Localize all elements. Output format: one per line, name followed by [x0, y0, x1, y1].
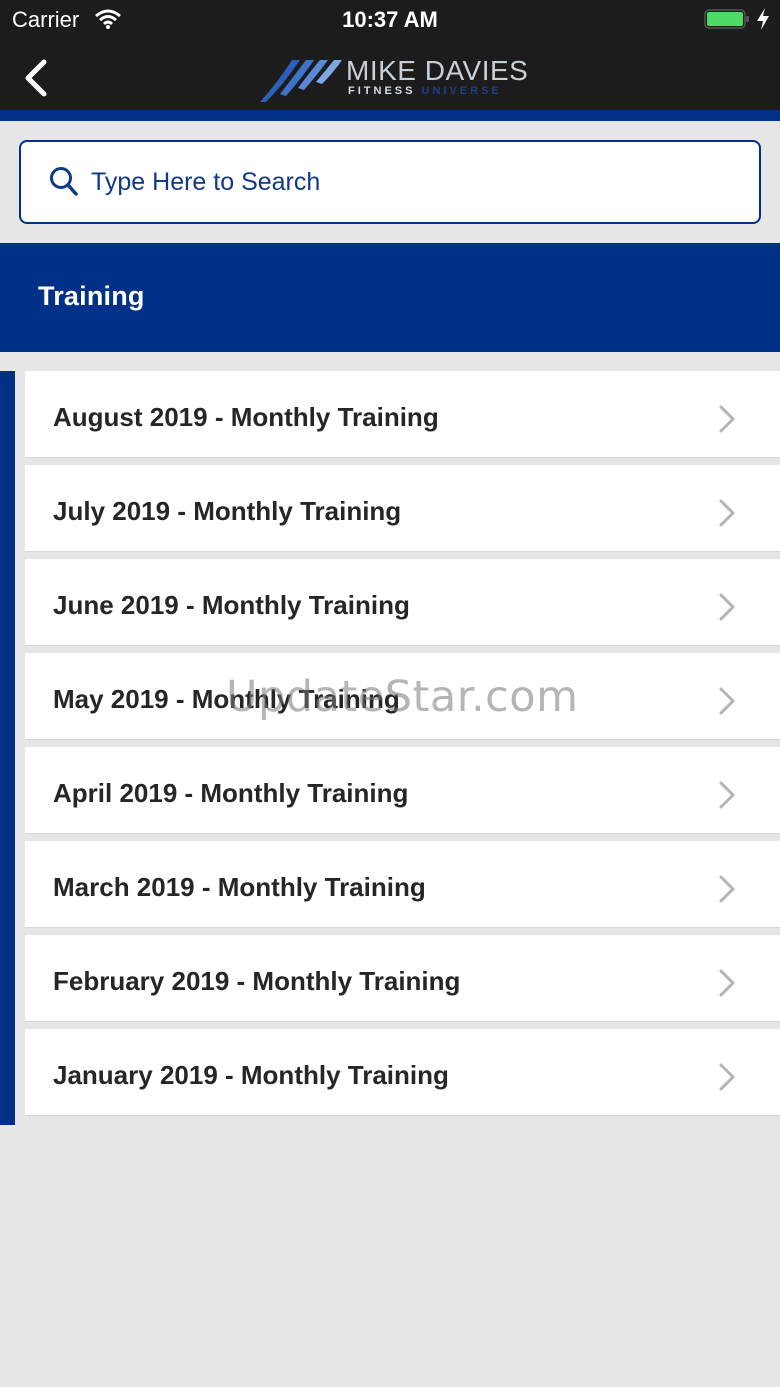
brand-logo: MIKE DAVIES FITNESS UNIVERSE: [258, 52, 528, 106]
logo-subtitle: FITNESS UNIVERSE: [348, 85, 502, 97]
search-box[interactable]: [19, 140, 761, 224]
chevron-left-icon[interactable]: [20, 58, 54, 98]
list-item-label: February 2019 - Monthly Training: [53, 966, 461, 996]
logo-name: MIKE DAVIES: [346, 55, 529, 86]
list-item[interactable]: April 2019 - Monthly Training: [25, 747, 780, 833]
nav-accent-stripe: [0, 110, 780, 121]
list-item-label: August 2019 - Monthly Training: [53, 402, 439, 432]
list-item-label: January 2019 - Monthly Training: [53, 1060, 449, 1090]
search-icon: [50, 167, 78, 196]
logo-subtitle-left: FITNESS: [348, 85, 416, 97]
status-bar: Carrier 10:37 AM: [0, 0, 780, 40]
chevron-right-icon: [719, 781, 735, 809]
list-item-label: March 2019 - Monthly Training: [53, 872, 426, 902]
charging-bolt-icon: [757, 8, 769, 30]
list-item[interactable]: February 2019 - Monthly Training: [25, 935, 780, 1021]
training-list: August 2019 - Monthly Training July 2019…: [25, 371, 780, 1123]
list-item[interactable]: July 2019 - Monthly Training: [25, 465, 780, 551]
list-item-label: May 2019 - Monthly Training: [53, 684, 400, 714]
status-time: 10:37 AM: [342, 7, 438, 32]
list-item[interactable]: May 2019 - Monthly Training: [25, 653, 780, 739]
logo-subtitle-right: UNIVERSE: [421, 85, 502, 97]
list-item-label: April 2019 - Monthly Training: [53, 778, 409, 808]
chevron-right-icon: [719, 405, 735, 433]
list-item-label: June 2019 - Monthly Training: [53, 590, 410, 620]
chevron-right-icon: [719, 593, 735, 621]
chevron-right-icon: [719, 1063, 735, 1091]
navigation-bar: MIKE DAVIES FITNESS UNIVERSE: [0, 40, 780, 110]
list-item-label: July 2019 - Monthly Training: [53, 496, 402, 526]
list-item[interactable]: August 2019 - Monthly Training: [25, 371, 780, 457]
list-item[interactable]: June 2019 - Monthly Training: [25, 559, 780, 645]
chevron-right-icon: [719, 687, 735, 715]
section-title: Training: [38, 281, 145, 311]
search-input[interactable]: [89, 160, 733, 204]
section-header: Training: [0, 243, 780, 352]
chevron-right-icon: [719, 969, 735, 997]
battery-icon: [704, 9, 749, 29]
list-item[interactable]: January 2019 - Monthly Training: [25, 1029, 780, 1115]
list-accent-bar: [0, 371, 15, 1125]
chevron-right-icon: [719, 499, 735, 527]
chevron-right-icon: [719, 875, 735, 903]
logo-swoosh-icon: [260, 60, 342, 102]
list-item[interactable]: March 2019 - Monthly Training: [25, 841, 780, 927]
